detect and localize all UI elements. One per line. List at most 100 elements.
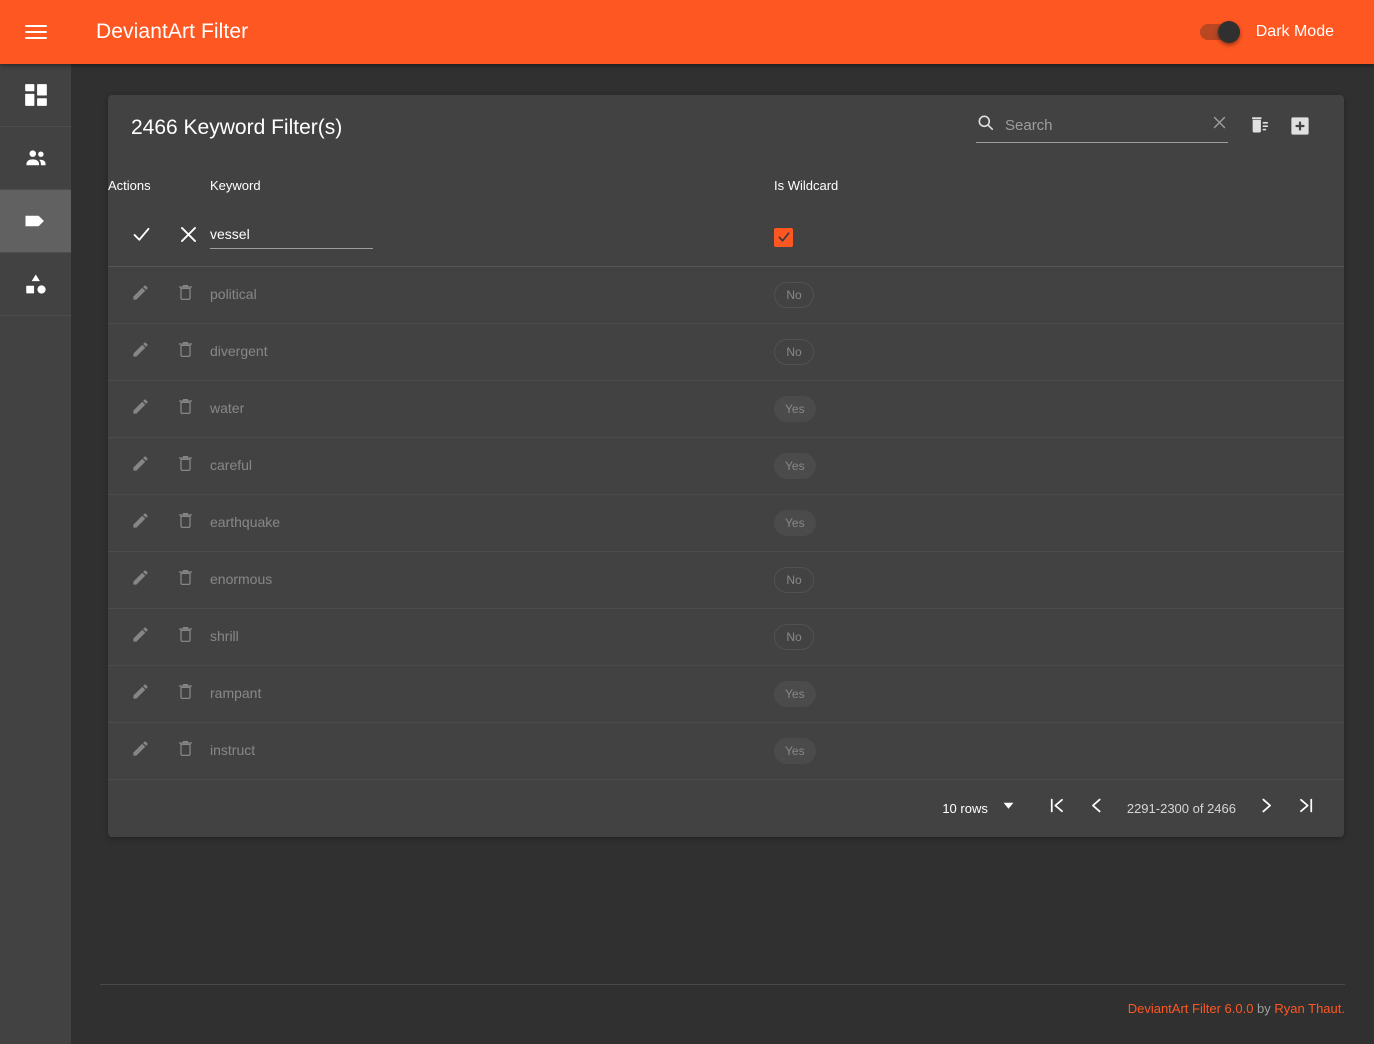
add-filter-button[interactable] [1280,108,1320,148]
keyword-value: instruct [210,741,256,758]
delete-row-icon[interactable] [176,340,195,364]
edit-row-icon[interactable] [131,568,150,592]
row-spacer-cell [1174,437,1344,494]
row-wildcard-cell: No [774,266,1174,323]
wildcard-status-badge: No [774,566,814,593]
table-row[interactable]: instruct Yes [108,722,1344,779]
dark-mode-label: Dark Mode [1255,23,1334,40]
edit-row-icon[interactable] [131,397,150,421]
table-header-row: Actions Keyword Is Wildcard [108,161,1344,209]
row-keyword-cell: instruct [210,722,774,779]
keyword-edit-input[interactable] [210,225,373,242]
table-row[interactable]: careful Yes [108,437,1344,494]
plus-box-icon [1289,115,1311,142]
delete-row-icon[interactable] [176,625,195,649]
table-body: political No divergent No water Yes careful Yes… [108,209,1344,779]
row-spacer-cell [1174,323,1344,380]
edit-row-actions-cell [108,209,210,266]
delete-row-icon[interactable] [176,682,195,706]
previous-page-button[interactable] [1077,788,1117,828]
app-title: DeviantArt Filter [96,20,249,43]
row-spacer-cell [1174,665,1344,722]
delete-row-icon[interactable] [176,568,195,592]
delete-row-icon[interactable] [176,397,195,421]
row-spacer-cell [1174,551,1344,608]
sidebar-item-dashboard[interactable] [0,64,71,127]
paginator: 10 rows 2291-2300 of 2466 [108,780,1344,837]
keyword-value: careful [210,456,253,473]
table-row[interactable]: rampant Yes [108,665,1344,722]
rows-per-page-label: 10 rows [942,800,988,816]
row-actions-cell [108,380,210,437]
search-icon [976,113,995,137]
row-actions-cell [108,323,210,380]
chevron-left-icon [1087,796,1106,820]
row-keyword-cell: rampant [210,665,774,722]
delete-row-icon[interactable] [176,511,195,535]
delete-row-icon[interactable] [176,454,195,478]
chevron-down-icon [1002,799,1015,817]
last-page-button[interactable] [1286,788,1326,828]
delete-sweep-button[interactable] [1240,108,1280,148]
row-wildcard-cell: Yes [774,722,1174,779]
app-bar: DeviantArt Filter Dark Mode [0,0,1374,64]
tag-icon [22,207,50,235]
table-row[interactable]: earthquake Yes [108,494,1344,551]
first-page-icon [1047,796,1066,820]
clear-search-icon[interactable] [1211,114,1228,136]
edit-row-icon[interactable] [131,511,150,535]
first-page-button[interactable] [1037,788,1077,828]
sidebar-item-users[interactable] [0,127,71,190]
wildcard-status-badge: No [774,623,814,650]
row-keyword-cell: divergent [210,323,774,380]
next-page-button[interactable] [1246,788,1286,828]
search-field[interactable] [976,113,1228,143]
table-row[interactable]: shrill No [108,608,1344,665]
edit-row-keyword-cell [210,209,774,266]
page-footer: DeviantArt Filter 6.0.0 by Ryan Thaut. [100,984,1345,1016]
row-wildcard-cell: Yes [774,437,1174,494]
table-row[interactable]: enormous No [108,551,1344,608]
row-wildcard-cell: No [774,551,1174,608]
app-version-link[interactable]: DeviantArt Filter 6.0.0 [1128,1001,1254,1016]
row-wildcard-cell: Yes [774,665,1174,722]
confirm-edit-icon[interactable] [131,224,152,250]
card-header: 2466 Keyword Filter(s) [108,95,1344,161]
edit-row-icon[interactable] [131,682,150,706]
row-actions-cell [108,437,210,494]
table-row[interactable]: water Yes [108,380,1344,437]
sidebar-item-categories[interactable] [0,253,71,316]
edit-row-icon[interactable] [131,739,150,763]
hamburger-menu-icon [25,21,47,43]
table-row[interactable]: divergent No [108,323,1344,380]
table-row[interactable]: political No [108,266,1344,323]
row-spacer-cell [1174,722,1344,779]
delete-sweep-icon [1249,115,1271,142]
edit-row-icon[interactable] [131,283,150,307]
page-title: 2466 Keyword Filter(s) [131,116,343,139]
search-input[interactable] [1005,116,1205,134]
edit-row-icon[interactable] [131,454,150,478]
row-keyword-cell: shrill [210,608,774,665]
delete-row-icon[interactable] [176,283,195,307]
wildcard-status-badge: No [774,281,814,308]
cancel-edit-icon[interactable] [178,224,199,250]
dark-mode-switch-thumb [1217,21,1240,43]
delete-row-icon[interactable] [176,739,195,763]
edit-row-icon[interactable] [131,340,150,364]
sidebar [0,64,71,1044]
keyword-value: political [210,285,257,302]
chevron-right-icon [1257,796,1276,820]
sidebar-item-keywords[interactable] [0,190,71,253]
keyword-value: enormous [210,570,273,587]
row-actions-cell [108,551,210,608]
edit-row-icon[interactable] [131,625,150,649]
is-wildcard-checkbox[interactable] [774,227,793,247]
row-keyword-cell: water [210,380,774,437]
author-link[interactable]: Ryan Thaut. [1274,1001,1345,1016]
hamburger-menu-button[interactable] [12,8,60,56]
rows-per-page-select[interactable]: 10 rows [942,799,1015,817]
main-content: 2466 Keyword Filter(s) Search Actions Ke… [71,64,1374,1044]
dark-mode-toggle[interactable]: Dark Mode [1199,21,1334,43]
dark-mode-switch-track[interactable] [1199,21,1240,43]
